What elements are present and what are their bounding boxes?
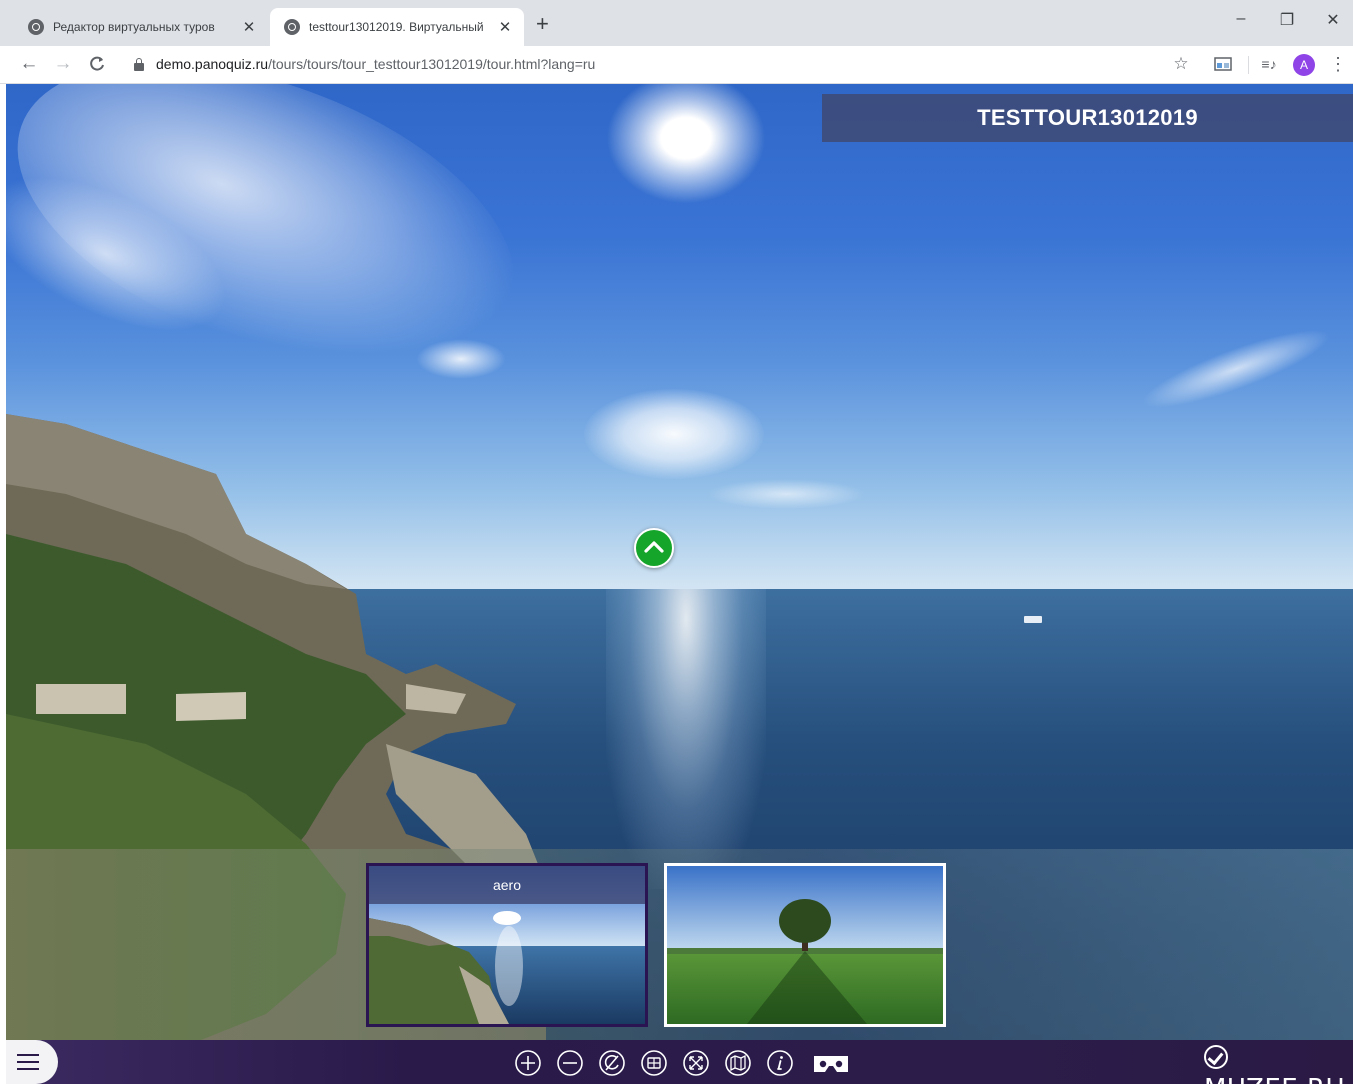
brand-logo[interactable]: MUZEE.RU [1204,1044,1353,1084]
new-tab-button[interactable]: + [536,13,549,35]
map-icon[interactable] [724,1049,752,1077]
field-tree-preview-image [667,866,943,1024]
cloud [416,339,506,379]
scene-thumbnail-field-tree[interactable] [664,863,946,1027]
toolbar-divider [1248,56,1249,74]
browser-tab-bar: Редактор виртуальных туров ✕ testtour130… [0,0,1353,46]
thumbnails-icon[interactable] [640,1049,668,1077]
sun [606,84,766,204]
hamburger-line [17,1054,39,1056]
profile-avatar[interactable]: A [1293,54,1315,76]
tab-close-icon[interactable]: ✕ [240,18,258,36]
chevron-up-icon [644,541,664,553]
browser-toolbar: ← → demo.panoquiz.ru/tours/tours/tour_te… [0,46,1353,84]
tour-control-bar: MUZEE.RU [6,1040,1353,1084]
menu-button[interactable] [6,1040,58,1084]
forward-button[interactable]: → [50,52,76,76]
reload-button[interactable] [84,52,110,80]
panorama-viewport[interactable]: TESTTOUR13012019 aero [6,84,1353,1084]
fullscreen-icon[interactable] [682,1049,710,1077]
extension-icon[interactable] [1212,53,1234,77]
brand-logo-text: MUZEE.RU [1204,1074,1345,1084]
thumbnail-label-bar: aero [369,866,645,904]
tour-title: TESTTOUR13012019 [977,105,1198,130]
zoom-out-icon[interactable] [556,1049,584,1077]
scene-thumbnail-aero[interactable]: aero [366,863,648,1027]
boat [1024,616,1042,623]
url-path: /tours/tours/tour_testtour13012019/tour.… [268,56,596,72]
scene-thumbnail-strip: aero [6,849,1353,1040]
restore-button[interactable]: ❐ [1264,10,1310,30]
hotspot-arrow-button[interactable] [634,528,674,568]
sun-glare [606,589,766,889]
bookmark-star-icon[interactable]: ☆ [1170,53,1192,75]
browser-menu-icon[interactable]: ⋮ [1327,53,1349,75]
tab-testtour[interactable]: testtour13012019. Виртуальный ✕ [270,8,524,46]
reload-icon [90,56,104,71]
close-window-button[interactable]: ✕ [1310,10,1353,30]
checkmark-logo-icon [1204,1045,1228,1069]
info-icon[interactable] [766,1049,794,1077]
cloud [584,389,764,479]
media-controls-icon[interactable]: ≡♪ [1258,53,1280,75]
tour-title-panel: TESTTOUR13012019 [822,94,1353,142]
address-bar[interactable]: demo.panoquiz.ru/tours/tours/tour_testto… [156,56,595,72]
hamburger-line [17,1068,39,1070]
globe-icon [284,19,300,35]
tab-close-icon[interactable]: ✕ [496,18,514,36]
url-host: demo.panoquiz.ru [156,56,269,72]
tab-tour-editor[interactable]: Редактор виртуальных туров ✕ [14,8,268,46]
hamburger-line [17,1061,39,1063]
tab-title: testtour13012019. Виртуальный [309,20,484,34]
cloud [706,479,866,509]
back-button[interactable]: ← [16,52,42,76]
zoom-in-icon[interactable] [514,1049,542,1077]
tab-title: Редактор виртуальных туров [53,20,215,34]
thumbnail-label: aero [492,877,522,893]
globe-icon [28,19,44,35]
vr-icon[interactable] [812,1049,850,1077]
lock-icon[interactable] [134,58,144,71]
autorotate-icon[interactable] [598,1049,626,1077]
minimize-button[interactable]: – [1218,10,1264,28]
